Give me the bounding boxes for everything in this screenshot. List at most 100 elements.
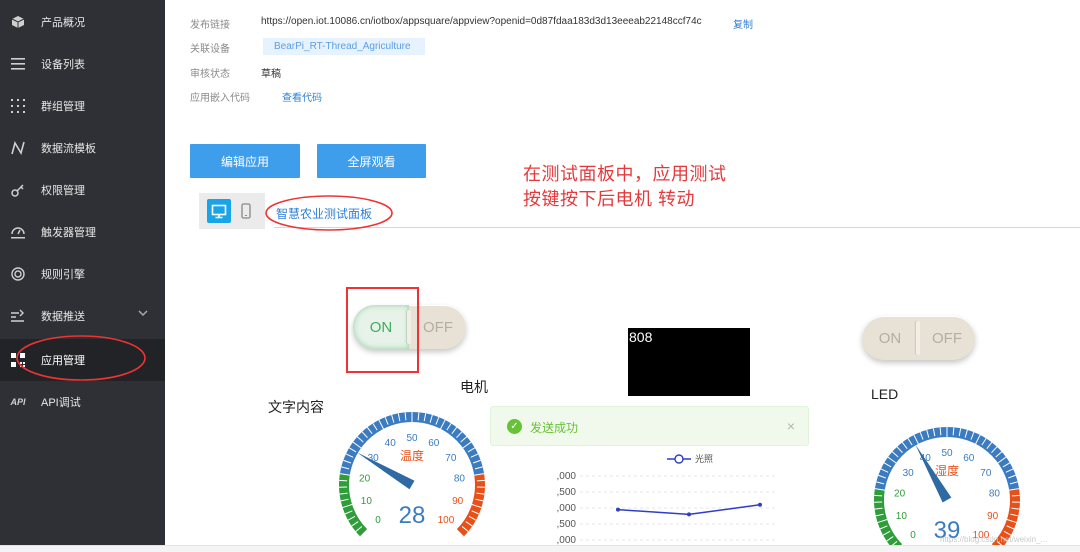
light-line-chart: 光照 ,000 ,500 ,000 ,500 ,000 (557, 453, 778, 545)
y-tick-label: ,000 (557, 471, 577, 482)
gauge-tick-label: 0 (375, 515, 381, 526)
list-icon (10, 56, 26, 72)
close-icon[interactable]: × (787, 418, 795, 434)
sidebar: 产品概况 设备列表 群组管理 数据流模板 权限管理 触发器管理 规则引擎 数据推… (0, 0, 165, 545)
sidebar-item-product-overview[interactable]: 产品概况 (0, 1, 165, 43)
gauge-tick-label: 90 (452, 496, 464, 507)
data-point (687, 512, 691, 517)
gauge-title: 温度 (400, 448, 424, 463)
annotation-line-1: 在测试面板中，应用测试 (523, 164, 727, 184)
highlight-ellipse (16, 335, 146, 381)
sidebar-item-label: 规则引擎 (41, 269, 85, 281)
rule-engine-icon (10, 266, 26, 282)
sidebar-item-data-push[interactable]: 数据推送 (0, 295, 165, 337)
sidebar-item-permission-management[interactable]: 权限管理 (0, 169, 165, 211)
tab-highlight-ellipse (265, 195, 393, 231)
motor-label: 电机 (460, 379, 488, 395)
sidebar-item-label: API调试 (41, 397, 81, 409)
toast-message: 发送成功 (530, 421, 579, 435)
y-tick-label: ,000 (557, 535, 577, 545)
push-icon (10, 308, 26, 324)
led-label: LED (871, 386, 899, 402)
switch-divider (916, 321, 920, 355)
gauge-tick-label: 0 (910, 530, 916, 541)
sidebar-item-device-list[interactable]: 设备列表 (0, 43, 165, 85)
gauge-tick-label: 50 (406, 433, 418, 444)
trigger-icon (10, 224, 26, 240)
gauge-title: 湿度 (935, 463, 959, 478)
gauge-tick-label: 80 (989, 488, 1001, 499)
grid-dots-icon (10, 98, 26, 114)
fullscreen-button[interactable]: 全屏观看 (317, 144, 426, 178)
status-label: 审核状态 (190, 69, 230, 80)
gauge-tick (339, 479, 348, 482)
gauge-tick-label: 70 (980, 468, 992, 479)
text-display: 808 (628, 328, 750, 396)
copy-link[interactable]: 复制 (733, 16, 753, 31)
chevron-down-icon[interactable] (137, 308, 149, 321)
gauge-value: 28 (399, 502, 426, 529)
device-view-switch (199, 193, 265, 229)
legend-label: 光照 (695, 453, 713, 464)
sidebar-item-label: 触发器管理 (41, 227, 96, 239)
gauge-tick-label: 70 (445, 453, 457, 464)
device-label: 关联设备 (190, 44, 230, 55)
temperature-gauge: 010203040 50 60708090100温度28 (339, 412, 485, 537)
sidebar-item-label: 产品概况 (41, 17, 85, 29)
gauge-tick-label: 80 (454, 473, 466, 484)
text-content-label: 文字内容 (268, 399, 324, 415)
sidebar-item-label: 数据流模板 (41, 143, 96, 155)
view-code-link[interactable]: 查看代码 (282, 89, 322, 104)
switch-off-label: OFF (932, 329, 962, 347)
annotation-line-2: 按键按下后电机 转动 (523, 189, 696, 209)
embed-code-label: 应用嵌入代码 (190, 93, 250, 104)
mobile-view-icon[interactable] (234, 199, 258, 223)
sidebar-item-group-management[interactable]: 群组管理 (0, 85, 165, 127)
gauge-band-mid (874, 427, 1020, 491)
gauge-tick-label: 60 (963, 453, 975, 464)
success-toast: ✓ 发送成功 × (490, 406, 809, 446)
gauge-tick-label: 100 (438, 515, 455, 526)
sidebar-item-api-debug[interactable]: API API调试 (0, 381, 165, 423)
cropped-row: — — — — — — — — (190, 0, 390, 2)
gauge-tick (476, 479, 485, 482)
key-icon (10, 182, 26, 198)
gauge-tick-label: 30 (903, 468, 915, 479)
sidebar-item-trigger-management[interactable]: 触发器管理 (0, 211, 165, 253)
sidebar-item-datastream-template[interactable]: 数据流模板 (0, 127, 165, 169)
gauge-tick-label: 20 (359, 473, 371, 484)
legend-marker (674, 454, 684, 464)
sidebar-item-rule-engine[interactable]: 规则引擎 (0, 253, 165, 295)
cube-icon (10, 14, 26, 30)
switch-on-label: ON (878, 329, 902, 347)
led-switch[interactable]: ON OFF (862, 316, 975, 360)
watermark: https://blog.csdn.net/weixin_... (940, 535, 1048, 544)
gauge-tick (1011, 494, 1020, 497)
edit-app-button[interactable]: 编辑应用 (190, 144, 300, 178)
sidebar-item-label: 设备列表 (41, 59, 85, 71)
publish-link-label: 发布链接 (190, 20, 230, 31)
bottom-taskbar-strip (0, 545, 1080, 552)
gauge-tick-label: 50 (941, 448, 953, 459)
humidity-gauge: 010203040 50 60708090100湿度39 (874, 427, 1020, 545)
motor-switch-highlight-box (346, 287, 419, 373)
sidebar-item-label: 权限管理 (41, 185, 85, 197)
data-point (616, 507, 620, 512)
gauge-tick-label: 90 (987, 511, 999, 522)
gauge-tick-label: 10 (896, 511, 908, 522)
datastream-icon (10, 140, 26, 156)
data-point (758, 502, 762, 507)
gauge-tick-label: 60 (428, 438, 440, 449)
sidebar-item-label: 数据推送 (41, 311, 85, 323)
status-value: 草稿 (261, 69, 281, 80)
y-tick-label: ,500 (557, 519, 577, 530)
check-circle-icon: ✓ (507, 419, 522, 434)
y-tick-label: ,500 (557, 487, 577, 498)
gauge-tick-label: 40 (385, 438, 397, 449)
gauge-tick (874, 494, 883, 497)
desktop-view-icon[interactable] (207, 199, 231, 223)
sidebar-item-label: 群组管理 (41, 101, 85, 113)
publish-url[interactable]: https://open.iot.10086.cn/iotbox/appsqua… (261, 16, 702, 27)
device-tag[interactable]: BearPi_RT-Thread_Agriculture (263, 38, 425, 55)
gauge-tick-label: 10 (361, 496, 373, 507)
